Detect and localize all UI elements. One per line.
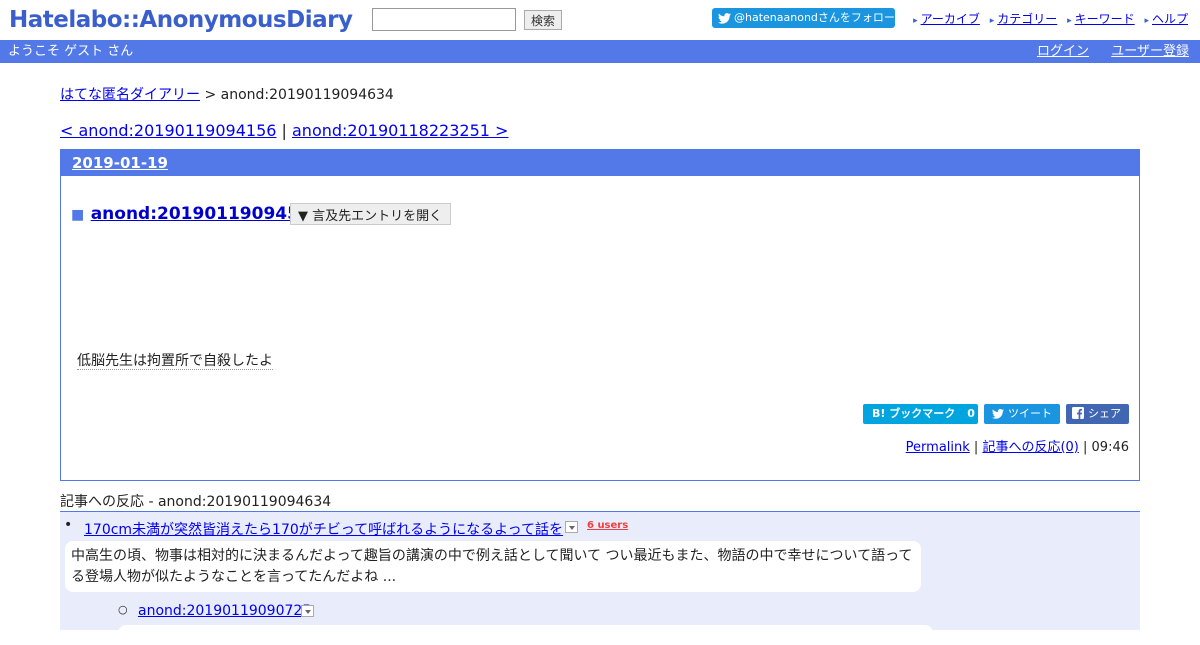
entry-title-link[interactable]: anond:20190119094554	[91, 204, 323, 224]
chevron-down-icon[interactable]	[565, 521, 578, 533]
share-label: シェア	[1088, 407, 1121, 420]
reaction-excerpt-text: 中高生の頃、物事は相対的に決まるんだよって趣旨の講演の中で例え話として聞いて つ…	[71, 548, 913, 585]
entry-pager: < anond:20190119094156 | anond:201901182…	[60, 121, 508, 140]
date-link[interactable]: 2019-01-19	[72, 154, 168, 172]
footer-separator: |	[969, 440, 983, 455]
nav-archive: ▸ アーカイブ	[913, 12, 980, 26]
prev-entry-link[interactable]: < anond:20190119094156	[60, 121, 276, 140]
footer-separator: |	[1078, 440, 1092, 455]
bookmark-label: B! ブックマーク	[872, 407, 956, 420]
facebook-icon	[1072, 407, 1084, 419]
reactions-list: • 170cm未満が突然皆消えたら170がチビって呼ばれるようになるよって話を …	[60, 512, 1140, 645]
circle-bullet-icon: ○	[118, 603, 128, 616]
reaction-title-link[interactable]: anond:20190119090725	[138, 603, 311, 619]
nav-help-link[interactable]: ヘルプ	[1152, 12, 1188, 26]
nav-category-link[interactable]: カテゴリー	[997, 12, 1057, 26]
entry-time: 09:46	[1091, 440, 1129, 455]
facebook-share-button[interactable]: シェア	[1066, 404, 1129, 424]
breadcrumb-home-link[interactable]: はてな匿名ダイアリー	[60, 87, 200, 103]
search-button[interactable]: 検索	[524, 10, 562, 30]
login-link[interactable]: ログイン	[1037, 40, 1089, 63]
reactions-header-text: 記事への反応 - anond:20190119094634	[60, 494, 332, 510]
bookmark-users-badge[interactable]: 6 users	[587, 520, 628, 531]
arrow-right-icon: ▸	[1067, 16, 1072, 26]
nav-help: ▸ ヘルプ	[1144, 12, 1188, 26]
square-bullet-icon: ■	[71, 207, 85, 223]
date-bar: 2019-01-19	[61, 150, 1139, 176]
breadcrumb: はてな匿名ダイアリー > anond:20190119094634	[60, 84, 394, 104]
disc-bullet-icon: •	[64, 517, 73, 533]
pager-separator: |	[276, 121, 292, 140]
register-link[interactable]: ユーザー登録	[1111, 40, 1189, 63]
search-input[interactable]	[372, 8, 516, 31]
reactions-count-link[interactable]: 記事への反応(0)	[982, 440, 1078, 455]
entry-title-row: ■ anond:20190119094554	[71, 204, 323, 224]
chevron-down-icon[interactable]	[301, 605, 314, 617]
arrow-right-icon: ▸	[989, 16, 995, 26]
tweet-label: ツイート	[1008, 407, 1052, 420]
nav-keyword-link[interactable]: キーワード	[1075, 12, 1135, 26]
arrow-right-icon: ▸	[913, 16, 918, 26]
twitter-bird-icon	[718, 13, 731, 24]
welcome-bar: ようこそ ゲスト さん ログイン ユーザー登録	[0, 40, 1200, 63]
reactions-header: 記事への反応 - anond:20190119094634	[60, 491, 1140, 512]
article-box: 2019-01-19 ■ anond:20190119094554 ▼ 言及先エ…	[60, 149, 1140, 481]
reaction-title-link[interactable]: 170cm未満が突然皆消えたら170がチビって呼ばれるようになるよって話を	[84, 519, 563, 539]
reaction-excerpt: 中高生の頃、物事は相対的に決まるんだよって趣旨の講演の中で例え話として聞いて つ…	[65, 541, 921, 592]
welcome-text: ようこそ ゲスト さん	[8, 44, 134, 59]
twitter-follow-label: @hatenaanondさんをフォロー	[734, 11, 895, 24]
nav-category: ▸ カテゴリー	[990, 12, 1058, 26]
next-entry-link[interactable]: anond:20190118223251 >	[292, 121, 508, 140]
site-logo[interactable]: Hatelabo::AnonymousDiary	[9, 6, 353, 34]
entry-body-text: 低脳先生は拘置所で自殺したよ	[77, 353, 273, 370]
tweet-button[interactable]: ツイート	[984, 404, 1060, 424]
top-navigation: ▸ アーカイブ ▸ カテゴリー ▸ キーワード ▸ ヘルプ	[907, 10, 1188, 27]
nav-archive-link[interactable]: アーカイブ	[921, 12, 980, 26]
arrow-right-icon: ▸	[1144, 16, 1149, 26]
reference-toggle-button[interactable]: ▼ 言及先エントリを開く	[290, 203, 451, 225]
breadcrumb-separator: >	[200, 87, 221, 103]
nav-keyword: ▸ キーワード	[1067, 12, 1135, 26]
breadcrumb-current: anond:20190119094634	[220, 87, 394, 103]
twitter-follow-button[interactable]: @hatenaanondさんをフォロー	[712, 8, 895, 28]
site-header: Hatelabo::AnonymousDiary 検索 @hatenaanond…	[0, 0, 1200, 40]
entry-footer: Permalink | 記事への反応(0) | 09:46	[906, 436, 1129, 455]
reaction-excerpt	[118, 625, 933, 645]
bookmark-count: 0	[967, 407, 975, 420]
twitter-bird-icon	[992, 409, 1004, 419]
hatena-bookmark-button[interactable]: B! ブックマーク 0	[863, 404, 978, 424]
permalink-link[interactable]: Permalink	[906, 440, 970, 455]
entry-body: 低脳先生は拘置所で自殺したよ	[77, 350, 273, 370]
